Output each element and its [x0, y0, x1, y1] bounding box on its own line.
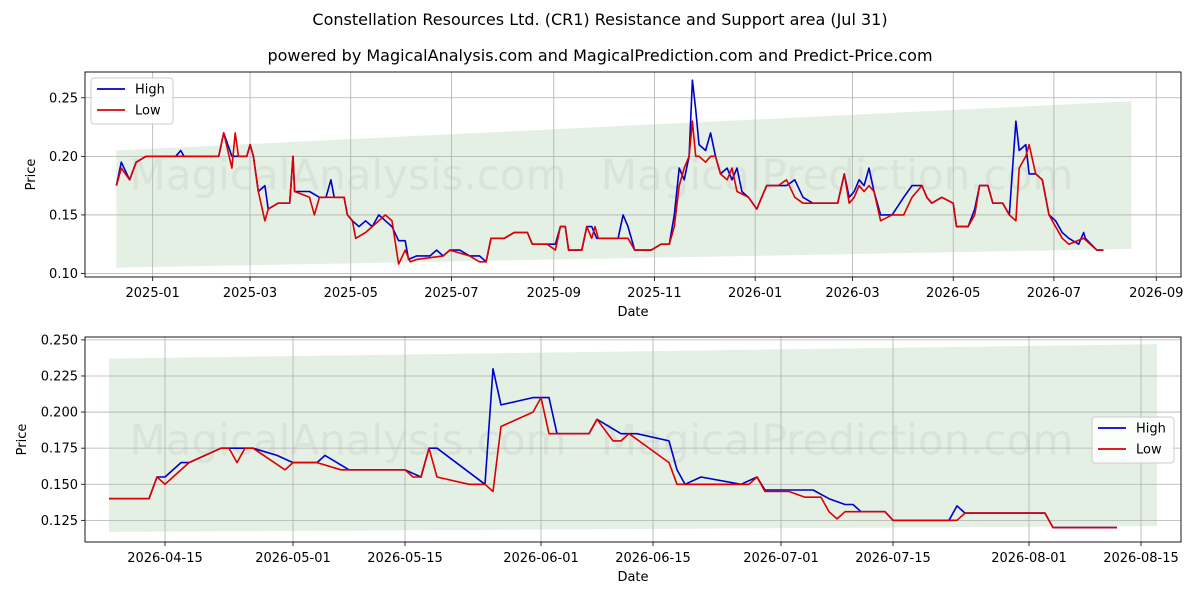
y-tick-label: 0.175 [41, 442, 78, 457]
y-tick-label: 0.15 [49, 208, 78, 223]
x-tick-label: 2025-01 [126, 286, 180, 301]
y-tick-label: 0.200 [41, 406, 78, 421]
x-tick-label: 2026-05-01 [255, 551, 331, 566]
y-tick-label: 0.225 [41, 369, 78, 384]
plot-panel-1: MagicalAnalysis.com MagicalPrediction.com… [24, 71, 1183, 320]
x-tick-label: 2026-06-15 [615, 551, 691, 566]
y-tick-label: 0.20 [49, 150, 78, 165]
x-axis-label: Date [617, 570, 648, 585]
watermark-text: MagicalAnalysis.com [130, 416, 567, 465]
x-tick-label: 2026-07-01 [743, 551, 819, 566]
x-tick-label: 2026-08-15 [1103, 551, 1179, 566]
watermark-text: MagicalPrediction.com [601, 151, 1074, 200]
legend-label-low: Low [1136, 443, 1162, 458]
chart-canvas: MagicalAnalysis.com MagicalPrediction.com… [15, 71, 1183, 585]
legend-label-high: High [1136, 422, 1166, 437]
legend: High Low [90, 77, 174, 125]
watermark-text: MagicalAnalysis.com [130, 151, 567, 200]
x-tick-label: 2025-07 [424, 286, 478, 301]
y-axis-label: Price [15, 424, 30, 456]
y-tick-label: 0.125 [41, 514, 78, 529]
legend: High Low [1091, 416, 1175, 464]
x-axis-label: Date [617, 305, 648, 320]
legend-label-high: High [135, 83, 165, 98]
legend-label-low: Low [135, 104, 161, 119]
x-tick-label: 2026-04-15 [127, 551, 203, 566]
y-tick-label: 0.10 [49, 267, 78, 282]
x-tick-label: 2026-03 [825, 286, 879, 301]
x-tick-label: 2025-03 [223, 286, 277, 301]
x-tick-label: 2026-05 [926, 286, 980, 301]
watermark-text: MagicalPrediction.com [601, 416, 1074, 465]
x-tick-label: 2025-11 [627, 286, 681, 301]
plot-panel-2: MagicalAnalysis.com MagicalPrediction.com… [15, 333, 1182, 585]
x-tick-label: 2026-06-01 [503, 551, 579, 566]
x-tick-label: 2025-05 [324, 286, 378, 301]
x-tick-label: 2026-07-15 [855, 551, 931, 566]
x-tick-label: 2026-08-01 [991, 551, 1067, 566]
x-tick-label: 2026-09 [1129, 286, 1183, 301]
y-tick-label: 0.25 [49, 91, 78, 106]
x-tick-label: 2026-01 [728, 286, 782, 301]
y-axis-label: Price [24, 159, 39, 191]
x-tick-label: 2026-07 [1027, 286, 1081, 301]
y-tick-label: 0.250 [41, 333, 78, 348]
x-tick-label: 2026-05-15 [367, 551, 443, 566]
y-tick-label: 0.150 [41, 478, 78, 493]
x-tick-label: 2025-09 [527, 286, 581, 301]
